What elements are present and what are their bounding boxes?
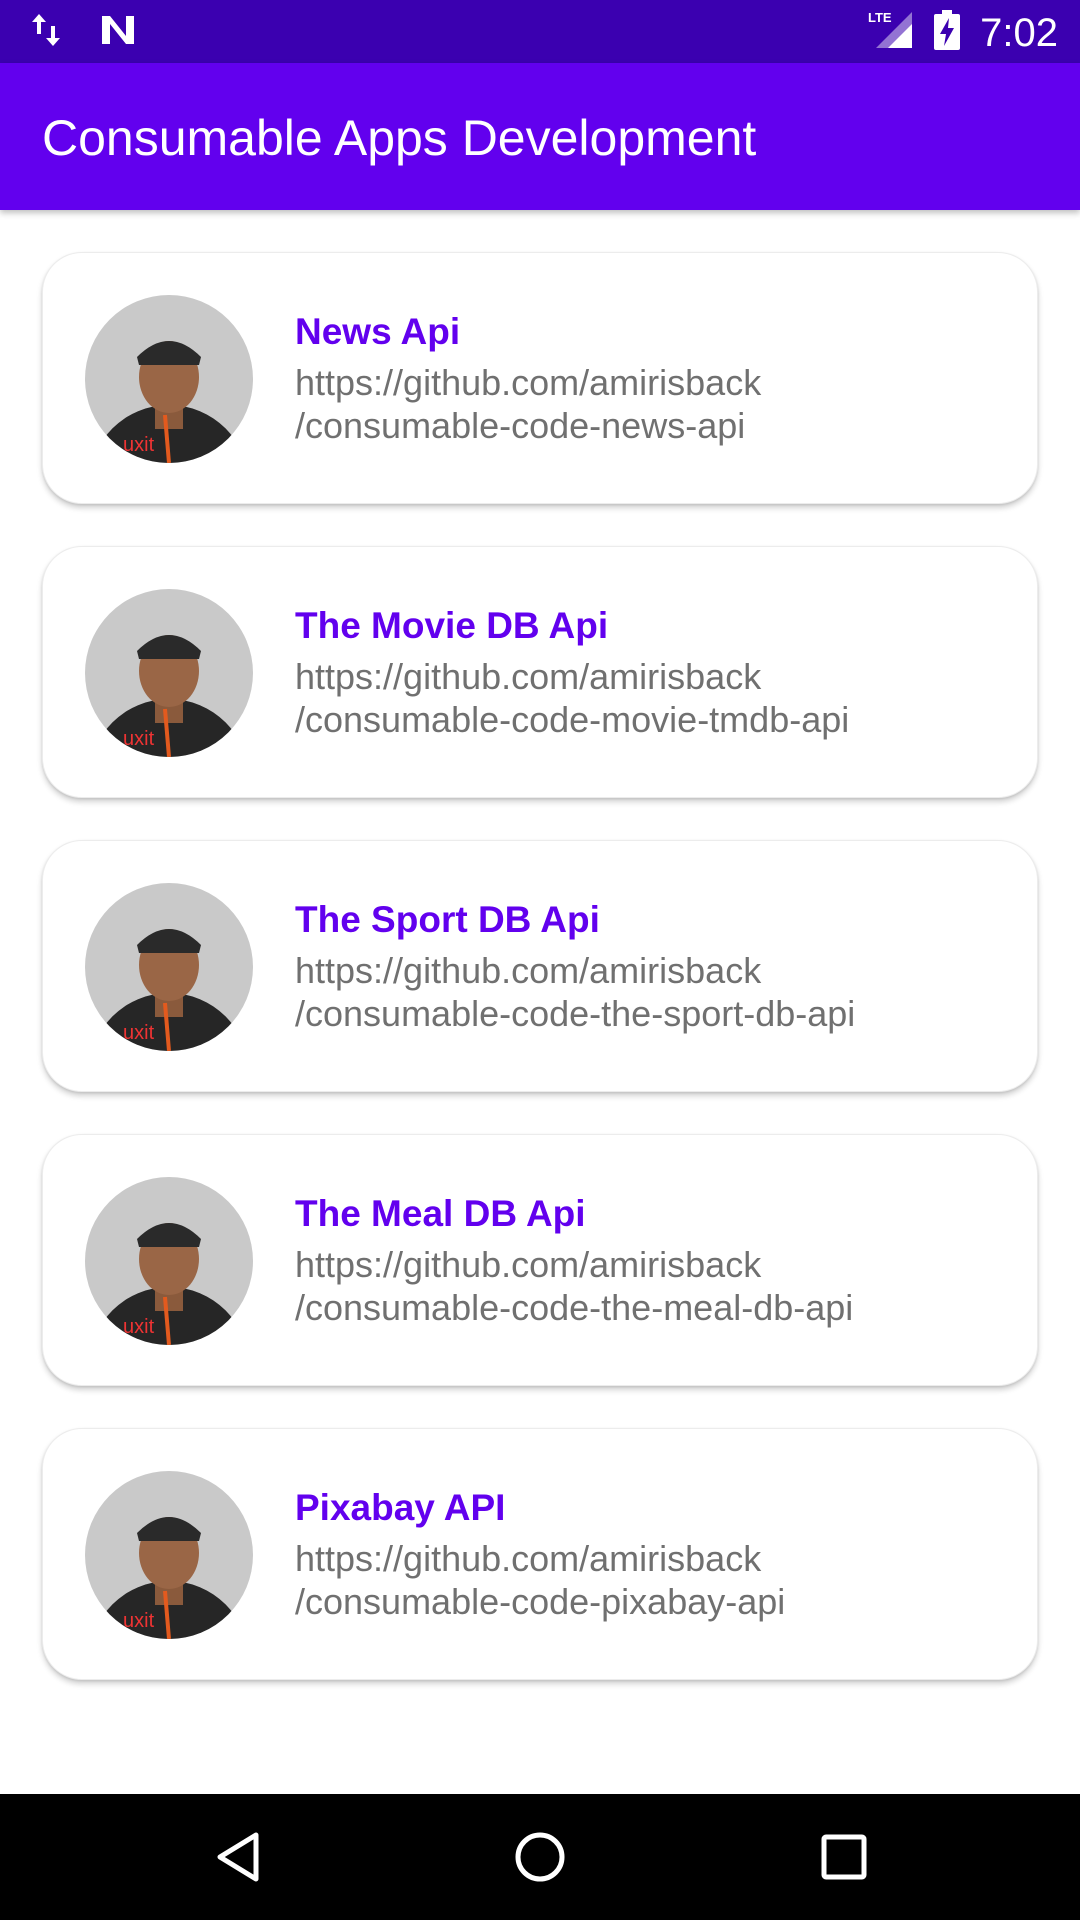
recents-icon[interactable] bbox=[814, 1827, 874, 1887]
repo-url-line2: /consumable-code-movie-tmdb-api bbox=[295, 699, 850, 740]
n-notification-icon bbox=[98, 12, 138, 53]
repo-card[interactable]: uxit News Api https://github.com/amirisb… bbox=[42, 252, 1038, 504]
navigation-bar bbox=[0, 1794, 1080, 1920]
repo-title: The Sport DB Api bbox=[295, 899, 600, 940]
home-icon[interactable] bbox=[510, 1827, 570, 1887]
repo-url-line1: https://github.com/amirisback bbox=[295, 656, 762, 697]
repo-url-line2: /consumable-code-pixabay-api bbox=[295, 1581, 786, 1622]
repo-url[interactable]: https://github.com/amirisback /consumabl… bbox=[295, 655, 1015, 741]
repo-title: Pixabay API bbox=[295, 1487, 506, 1528]
avatar: uxit bbox=[85, 589, 253, 757]
app-title: Consumable Apps Development bbox=[42, 110, 757, 166]
svg-text:uxit: uxit bbox=[123, 1022, 155, 1044]
repo-url-line2: /consumable-code-the-sport-db-api bbox=[295, 993, 856, 1034]
repo-url-line1: https://github.com/amirisback bbox=[295, 362, 762, 403]
repo-list: uxit News Api https://github.com/amirisb… bbox=[0, 210, 1080, 1794]
repo-card[interactable]: uxit The Movie DB Api https://github.com… bbox=[42, 546, 1038, 798]
repo-card[interactable]: uxit The Sport DB Api https://github.com… bbox=[42, 840, 1038, 1092]
repo-card[interactable]: uxit Pixabay API https://github.com/amir… bbox=[42, 1428, 1038, 1680]
avatar: uxit bbox=[85, 1177, 253, 1345]
svg-text:uxit: uxit bbox=[123, 1316, 155, 1338]
svg-text:uxit: uxit bbox=[123, 728, 155, 750]
app-bar: Consumable Apps Development bbox=[0, 63, 1080, 210]
status-time: 7:02 bbox=[980, 10, 1058, 55]
repo-url[interactable]: https://github.com/amirisback /consumabl… bbox=[295, 949, 1015, 1035]
repo-url-line1: https://github.com/amirisback bbox=[295, 950, 762, 991]
avatar: uxit bbox=[85, 295, 253, 463]
battery-charging-icon bbox=[934, 10, 961, 55]
repo-url[interactable]: https://github.com/amirisback /consumabl… bbox=[295, 1537, 1015, 1623]
repo-url[interactable]: https://github.com/amirisback /consumabl… bbox=[295, 361, 1015, 447]
repo-title: News Api bbox=[295, 311, 461, 352]
repo-url-line2: /consumable-code-the-meal-db-api bbox=[295, 1287, 854, 1328]
svg-text:LTE: LTE bbox=[868, 10, 892, 25]
repo-url-line2: /consumable-code-news-api bbox=[295, 405, 746, 446]
status-bar: LTE 7:02 bbox=[0, 0, 1080, 63]
repo-url-line1: https://github.com/amirisback bbox=[295, 1244, 762, 1285]
data-transfer-icon bbox=[30, 12, 62, 53]
svg-text:uxit: uxit bbox=[123, 434, 155, 456]
svg-text:uxit: uxit bbox=[123, 1610, 155, 1632]
avatar: uxit bbox=[85, 883, 253, 1051]
repo-title: The Movie DB Api bbox=[295, 605, 609, 646]
repo-title: The Meal DB Api bbox=[295, 1193, 586, 1234]
lte-signal-icon: LTE bbox=[868, 8, 914, 57]
repo-card[interactable]: uxit The Meal DB Api https://github.com/… bbox=[42, 1134, 1038, 1386]
repo-url-line1: https://github.com/amirisback bbox=[295, 1538, 762, 1579]
avatar: uxit bbox=[85, 1471, 253, 1639]
repo-url[interactable]: https://github.com/amirisback /consumabl… bbox=[295, 1243, 1015, 1329]
back-icon[interactable] bbox=[208, 1827, 268, 1887]
